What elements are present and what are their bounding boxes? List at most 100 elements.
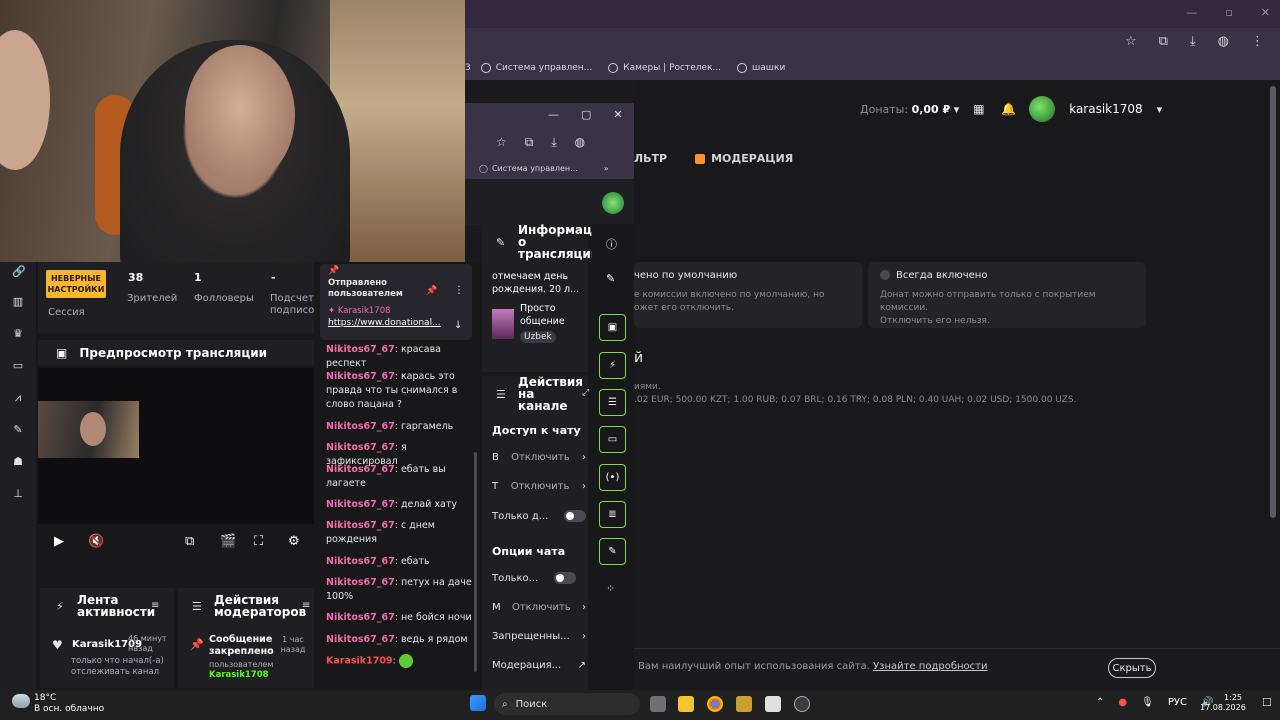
commission-option-always[interactable]: Всегда включено Донат можно отправить то… — [868, 262, 1146, 328]
bookmark-star-icon[interactable]: ☆ — [496, 135, 507, 150]
donations-balance[interactable]: Донаты: 0,00 ₽ ▾ — [860, 103, 959, 116]
lightning-icon[interactable]: ⚡ — [599, 352, 626, 379]
more-icon[interactable]: ⋮ — [454, 285, 464, 296]
chat-message[interactable]: Nikitos67_67: гаргамель — [326, 420, 476, 434]
trophy-icon[interactable]: ♛ — [12, 328, 24, 340]
chat-message[interactable]: Nikitos67_67: не бойся ночи — [326, 611, 476, 625]
status-badge[interactable]: НЕВЕРНЫЕ НАСТРОЙКИ — [46, 270, 106, 298]
tab-moderation[interactable]: МОДЕРАЦИЯ — [695, 152, 793, 165]
chat-message[interactable]: Nikitos67_67: петух на даче 100% — [326, 576, 476, 604]
weather-icon[interactable] — [12, 694, 30, 708]
chevron-up-icon[interactable]: ⌃ — [1096, 697, 1104, 708]
notifications-icon[interactable]: ☐ — [1262, 696, 1272, 709]
wrench-icon[interactable]: ✎ — [12, 424, 24, 436]
chat-message[interactable]: Nikitos67_67: ебать вы лагаете — [326, 463, 476, 491]
analytics-icon[interactable]: ⩘ — [12, 392, 24, 404]
chat-message[interactable]: Karasik1709: — [326, 654, 476, 669]
chat-scrollbar[interactable] — [474, 452, 477, 672]
expand-icon[interactable]: ↓ — [454, 320, 462, 331]
broadcast-icon[interactable]: (•) — [599, 464, 626, 491]
cookie-link[interactable]: Узнайте подробности — [873, 661, 987, 672]
radio-button[interactable] — [880, 270, 890, 280]
stack-icon[interactable]: ≣ — [599, 501, 626, 528]
avatar[interactable] — [602, 192, 624, 214]
action-row[interactable]: Т Отключить › — [492, 481, 586, 492]
community-icon[interactable]: ☗ — [12, 456, 24, 468]
mute-icon[interactable]: 🔇 — [88, 534, 104, 549]
commission-option-default[interactable]: чено по умолчанию е комиссии включено по… — [634, 262, 862, 328]
link-icon[interactable]: 🔗 — [12, 266, 26, 278]
file-explorer-icon[interactable] — [678, 696, 694, 712]
miniplayer-icon[interactable]: ⧉ — [185, 534, 194, 549]
stats-icon[interactable]: ▥ — [12, 296, 24, 308]
widgets-icon[interactable]: ⁘ — [606, 582, 615, 595]
app-icon[interactable] — [736, 696, 752, 712]
language-indicator[interactable]: РУС — [1168, 697, 1187, 708]
username[interactable]: karasik1708 — [1069, 102, 1142, 116]
chat-message[interactable]: Nikitos67_67: карась это правда что ты с… — [326, 370, 476, 412]
bookmark-checkers[interactable]: шашки — [737, 63, 785, 73]
close-icon[interactable]: ✕ — [1261, 6, 1270, 19]
bookmark-cameras[interactable]: Камеры | Ростелек... — [608, 63, 721, 73]
toggle-row[interactable]: Только... — [492, 572, 586, 584]
more-bookmarks-icon[interactable]: » — [604, 164, 609, 173]
mod-user[interactable]: Karasik1708 — [209, 670, 269, 680]
profile-icon[interactable]: ◍ — [1218, 34, 1229, 49]
microphone-icon[interactable]: 🎙 — [1141, 697, 1154, 708]
download-icon[interactable]: ⤓ — [551, 135, 556, 150]
weather-widget[interactable]: 18°C В осн. облачно — [34, 693, 104, 715]
unpin-icon[interactable]: 📌 — [426, 286, 437, 296]
action-row[interactable]: Запрещенны... › — [492, 631, 586, 642]
chat-message[interactable]: Nikitos67_67: красава респект — [326, 343, 476, 371]
preview-toggle-icon[interactable]: ▣ — [599, 314, 626, 341]
settings-icon[interactable]: ⚙ — [288, 534, 300, 549]
chat-message[interactable]: Nikitos67_67: с днем рождения — [326, 519, 476, 547]
toggle-row[interactable]: Только д... — [492, 510, 586, 522]
download-icon[interactable]: ⤓ — [1190, 34, 1196, 49]
pinned-user[interactable]: ✦ Karasik1708 — [328, 306, 391, 316]
profile-icon[interactable]: ◍ — [575, 135, 585, 150]
close-icon[interactable]: ✕ — [613, 108, 622, 121]
taskbar-search[interactable]: ⌕ Поиск — [494, 693, 640, 715]
action-row[interactable]: Модерация... ↗ — [492, 660, 586, 671]
menu-icon[interactable]: ⋮ — [1251, 34, 1264, 49]
steam-icon[interactable] — [794, 696, 810, 712]
tab-filter[interactable]: ЛЬТР — [634, 152, 667, 165]
maximize-icon[interactable]: ▫ — [1225, 6, 1232, 19]
cookie-hide-button[interactable]: Скрыть — [1108, 658, 1156, 678]
wrench-icon[interactable]: ✎ — [599, 538, 626, 565]
list-icon[interactable]: ☰ — [599, 389, 626, 416]
chat-message[interactable]: Nikitos67_67: ведь я рядом — [326, 633, 476, 647]
action-row[interactable]: В Отключить › — [492, 452, 586, 463]
edit-icon[interactable]: ✎ — [606, 272, 615, 285]
action-row[interactable]: М Отключить › — [492, 602, 586, 613]
store-icon[interactable] — [765, 696, 781, 712]
bookmark-system[interactable]: Система управлен... — [492, 164, 578, 173]
tasks-icon[interactable]: ▦ — [973, 102, 987, 116]
expand-icon[interactable]: ⤢ — [582, 388, 589, 398]
info-icon[interactable]: ⓘ — [606, 236, 617, 252]
clock[interactable]: 1:25 17.08.2026 — [1200, 693, 1246, 713]
stream-category[interactable]: Просто общение — [520, 302, 580, 328]
filter-icon[interactable]: ≡ — [302, 600, 310, 611]
pinned-link[interactable]: https://www.donational... — [328, 318, 446, 328]
toggle-switch[interactable] — [564, 510, 586, 522]
pinned-message[interactable]: 📌 Отправлено пользователем 📌 ⋮ ✦ Karasik… — [320, 264, 472, 340]
clip-icon[interactable]: 🎬 — [220, 534, 236, 549]
video-icon[interactable]: ▭ — [12, 360, 24, 372]
extensions-icon[interactable]: ⧉ — [1159, 34, 1168, 49]
toggle-switch[interactable] — [554, 572, 576, 584]
minimize-icon[interactable]: — — [548, 108, 559, 121]
extensions-icon[interactable]: ⧉ — [525, 135, 534, 150]
bell-icon[interactable]: 🔔 — [1001, 102, 1016, 116]
avatar[interactable] — [1029, 96, 1056, 122]
chat-message[interactable]: Nikitos67_67: делай хату — [326, 498, 476, 512]
fullscreen-icon[interactable]: ⛶ — [254, 534, 263, 549]
recording-icon[interactable]: ● — [1118, 697, 1127, 708]
bookmark-system[interactable]: Система управлен... — [480, 63, 592, 73]
bookmark-star-icon[interactable]: ☆ — [1125, 34, 1137, 49]
minimize-icon[interactable]: — — [1186, 6, 1197, 19]
play-icon[interactable]: ▶ — [54, 534, 64, 549]
bookmark-cut[interactable]: 3 — [465, 63, 471, 73]
windows-start-icon[interactable] — [470, 695, 486, 711]
